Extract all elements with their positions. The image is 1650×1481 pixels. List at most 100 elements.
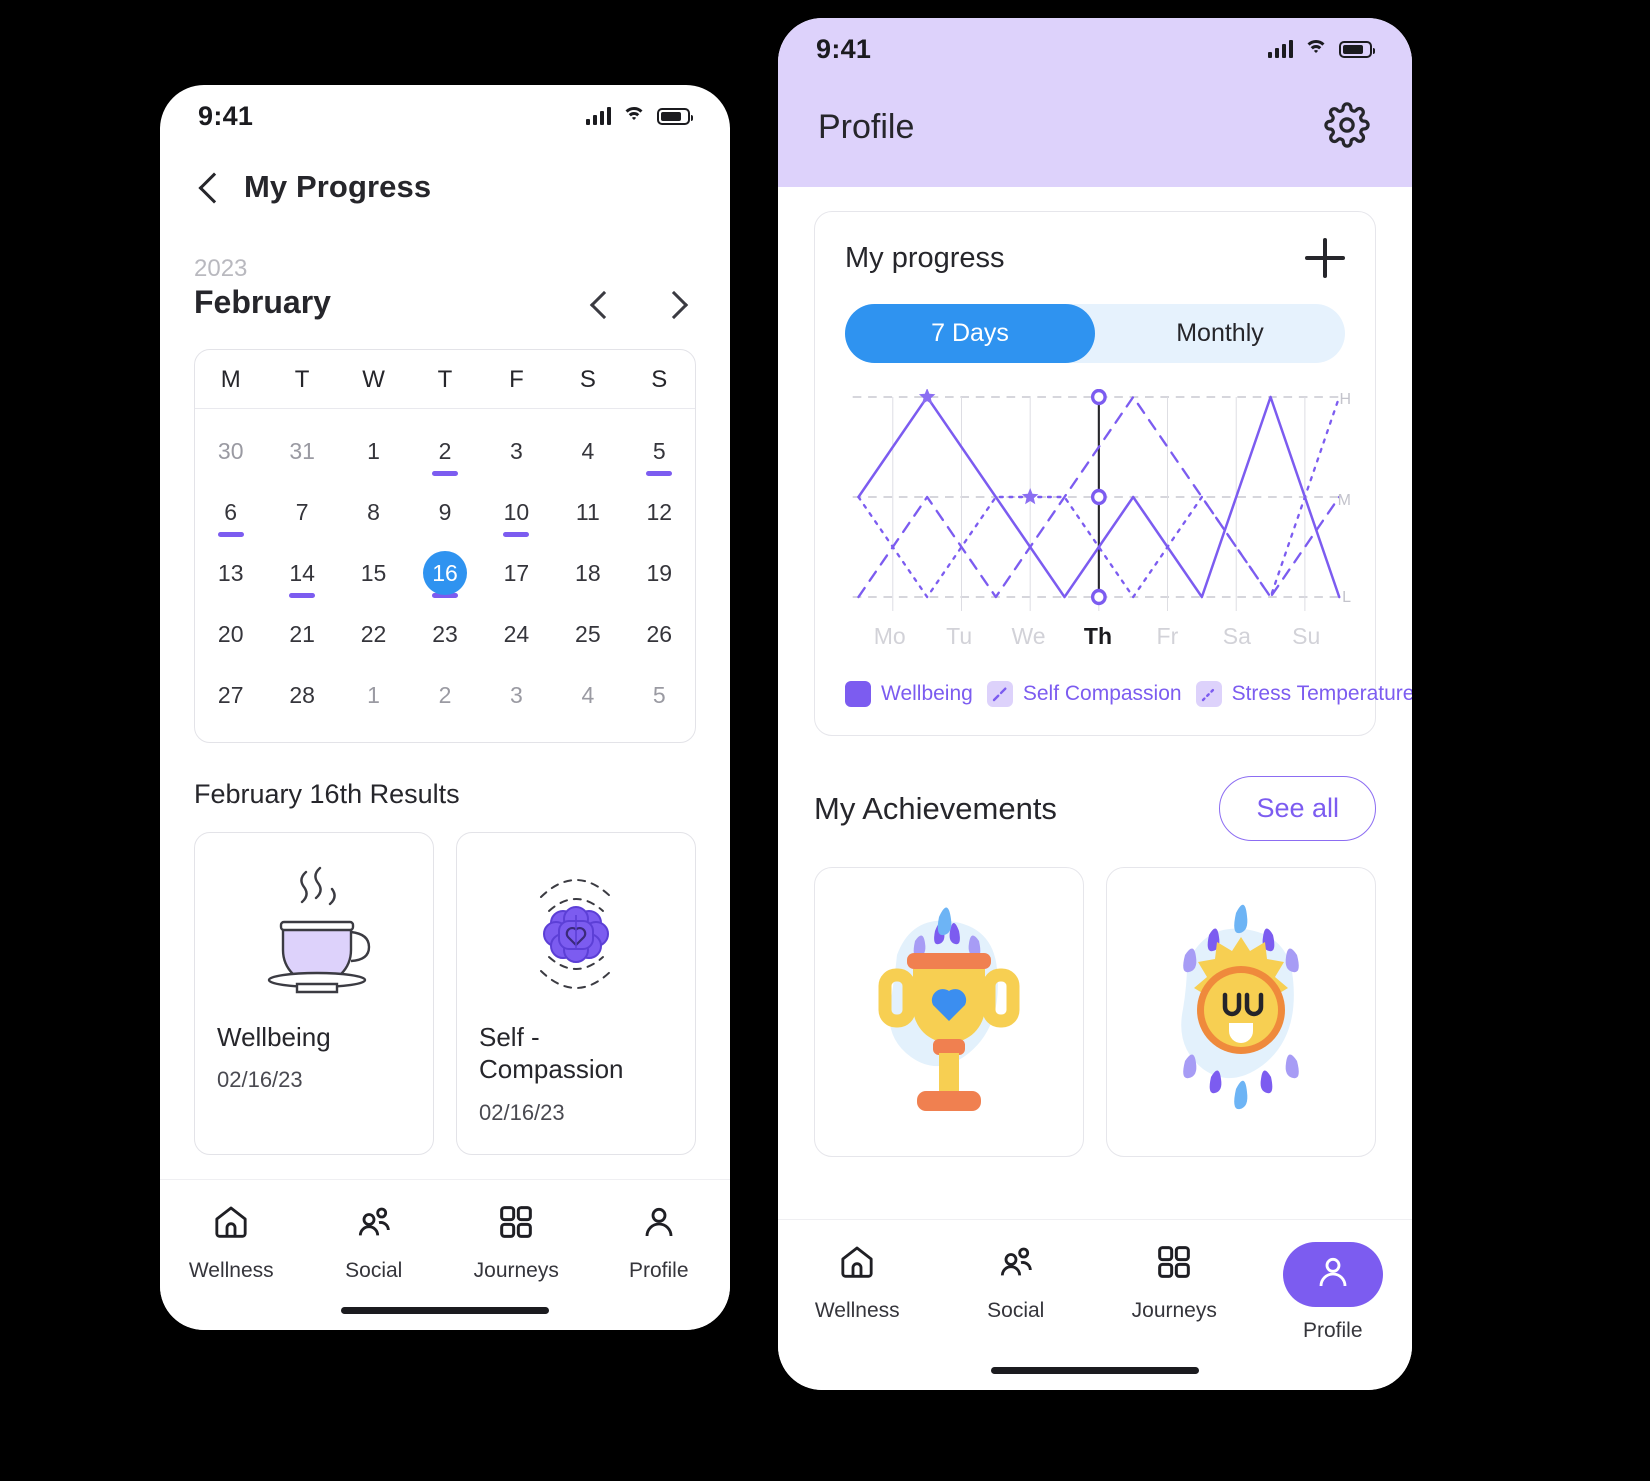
calendar-year: 2023 bbox=[194, 253, 331, 285]
calendar-day[interactable]: 1 bbox=[338, 665, 409, 726]
calendar-day[interactable]: 13 bbox=[195, 543, 266, 604]
calendar-day[interactable]: 4 bbox=[552, 665, 623, 726]
calendar-day-number: 8 bbox=[352, 490, 396, 534]
calendar-day-number: 1 bbox=[352, 673, 396, 717]
calendar-day[interactable]: 21 bbox=[266, 604, 337, 665]
calendar-day[interactable]: 14 bbox=[266, 543, 337, 604]
status-bar: 9:41 bbox=[778, 18, 1412, 80]
home-indicator bbox=[341, 1307, 549, 1314]
calendar-day[interactable]: 15 bbox=[338, 543, 409, 604]
calendar-day[interactable]: 2 bbox=[409, 421, 480, 482]
calendar-day-number: 27 bbox=[209, 673, 253, 717]
result-card-self-compassion[interactable]: Self - Compassion 02/16/23 bbox=[456, 832, 696, 1155]
y-tick-m: M bbox=[1338, 492, 1351, 510]
calendar-day-number: 21 bbox=[280, 612, 324, 656]
legend-item-stress-temperature: Stress Temperature bbox=[1196, 681, 1412, 707]
calendar-day[interactable]: 23 bbox=[409, 604, 480, 665]
results-heading: February 16th Results bbox=[194, 779, 730, 810]
result-name: Wellbeing bbox=[217, 1021, 411, 1054]
tab-label: Profile bbox=[629, 1259, 689, 1283]
calendar-day[interactable]: 22 bbox=[338, 604, 409, 665]
calendar-day-number: 19 bbox=[637, 551, 681, 595]
segment-monthly[interactable]: Monthly bbox=[1095, 304, 1345, 363]
legend-item-self-compassion: Self Compassion bbox=[987, 681, 1182, 707]
calendar-day-number: 31 bbox=[280, 429, 324, 473]
tab-social[interactable]: Social bbox=[303, 1202, 446, 1283]
calendar-day[interactable]: 5 bbox=[624, 421, 695, 482]
cellular-bars-icon bbox=[586, 107, 612, 125]
calendar-day[interactable]: 18 bbox=[552, 543, 623, 604]
calendar-day[interactable]: 8 bbox=[338, 482, 409, 543]
calendar-day[interactable]: 30 bbox=[195, 421, 266, 482]
calendar-day[interactable]: 31 bbox=[266, 421, 337, 482]
chart-canvas bbox=[845, 389, 1345, 619]
x-tick-sa: Sa bbox=[1202, 623, 1271, 650]
achievement-card-sun[interactable] bbox=[1106, 867, 1376, 1157]
calendar-day[interactable]: 5 bbox=[624, 665, 695, 726]
battery-icon bbox=[657, 108, 690, 125]
section-title: My Achievements bbox=[814, 791, 1057, 827]
calendar-day[interactable]: 26 bbox=[624, 604, 695, 665]
calendar-day[interactable]: 2 bbox=[409, 665, 480, 726]
calendar-day-number: 3 bbox=[494, 429, 538, 473]
calendar-day-number: 3 bbox=[494, 673, 538, 717]
calendar-day[interactable]: 20 bbox=[195, 604, 266, 665]
card-header: My progress bbox=[845, 238, 1345, 278]
tab-journeys[interactable]: Journeys bbox=[445, 1202, 588, 1283]
tab-label: Journeys bbox=[1132, 1299, 1217, 1323]
tab-list: WellnessSocial Journeys Profile bbox=[778, 1242, 1412, 1343]
chevron-left-icon[interactable] bbox=[590, 293, 612, 315]
calendar-day[interactable]: 25 bbox=[552, 604, 623, 665]
y-tick-h: H bbox=[1339, 391, 1351, 409]
segment-7-days[interactable]: 7 Days bbox=[845, 304, 1095, 363]
result-card-wellbeing[interactable]: Wellbeing 02/16/23 bbox=[194, 832, 434, 1155]
see-all-button[interactable]: See all bbox=[1219, 776, 1376, 841]
calendar-day[interactable]: 11 bbox=[552, 482, 623, 543]
calendar-day[interactable]: 16 bbox=[409, 543, 480, 604]
status-time: 9:41 bbox=[198, 101, 253, 132]
gear-icon[interactable] bbox=[1324, 102, 1370, 153]
calendar-day[interactable]: 9 bbox=[409, 482, 480, 543]
nav-header: My Progress bbox=[160, 147, 730, 205]
x-tick-su: Su bbox=[1272, 623, 1341, 650]
calendar-day[interactable]: 3 bbox=[481, 665, 552, 726]
calendar-day[interactable]: 28 bbox=[266, 665, 337, 726]
calendar-day[interactable]: 6 bbox=[195, 482, 266, 543]
tab-wellness[interactable]: Wellness bbox=[778, 1242, 937, 1343]
calendar-day[interactable]: 19 bbox=[624, 543, 695, 604]
calendar-day[interactable]: 17 bbox=[481, 543, 552, 604]
calendar-weekday-header: MTWTFSS bbox=[195, 350, 695, 409]
achievement-card-trophy[interactable] bbox=[814, 867, 1084, 1157]
tab-journeys[interactable]: Journeys bbox=[1095, 1242, 1254, 1343]
month-label-group: 2023 February bbox=[194, 253, 331, 321]
plus-icon[interactable] bbox=[1305, 238, 1345, 278]
result-name: Self - Compassion bbox=[479, 1021, 673, 1086]
chevron-left-icon[interactable] bbox=[194, 173, 222, 201]
tab-profile[interactable]: Profile bbox=[1254, 1242, 1413, 1343]
tab-social[interactable]: Social bbox=[937, 1242, 1096, 1343]
calendar-day[interactable]: 27 bbox=[195, 665, 266, 726]
calendar-day[interactable]: 7 bbox=[266, 482, 337, 543]
month-selector: 2023 February bbox=[160, 205, 730, 321]
calendar-day[interactable]: 1 bbox=[338, 421, 409, 482]
calendar-day[interactable]: 10 bbox=[481, 482, 552, 543]
calendar-day[interactable]: 4 bbox=[552, 421, 623, 482]
calendar-weekday-1: T bbox=[266, 366, 337, 394]
tab-wellness[interactable]: Wellness bbox=[160, 1202, 303, 1283]
cellular-bars-icon bbox=[1268, 40, 1294, 58]
calendar-day-number: 4 bbox=[566, 673, 610, 717]
calendar-day-number: 6 bbox=[209, 490, 253, 534]
calendar-day[interactable]: 24 bbox=[481, 604, 552, 665]
results-cards: Wellbeing 02/16/23 bbox=[194, 832, 696, 1155]
legend-swatch bbox=[1196, 681, 1222, 707]
calendar-day[interactable]: 3 bbox=[481, 421, 552, 482]
status-time: 9:41 bbox=[816, 34, 871, 65]
tab-profile[interactable]: Profile bbox=[588, 1202, 731, 1283]
tab-label: Social bbox=[345, 1259, 402, 1283]
calendar-day-number: 17 bbox=[494, 551, 538, 595]
calendar-day[interactable]: 12 bbox=[624, 482, 695, 543]
my-progress-card: My progress 7 DaysMonthly H M L MoTuWeTh… bbox=[814, 211, 1376, 736]
chevron-right-icon[interactable] bbox=[664, 293, 686, 315]
achievement-cards bbox=[814, 867, 1376, 1157]
person-icon bbox=[639, 1202, 679, 1247]
